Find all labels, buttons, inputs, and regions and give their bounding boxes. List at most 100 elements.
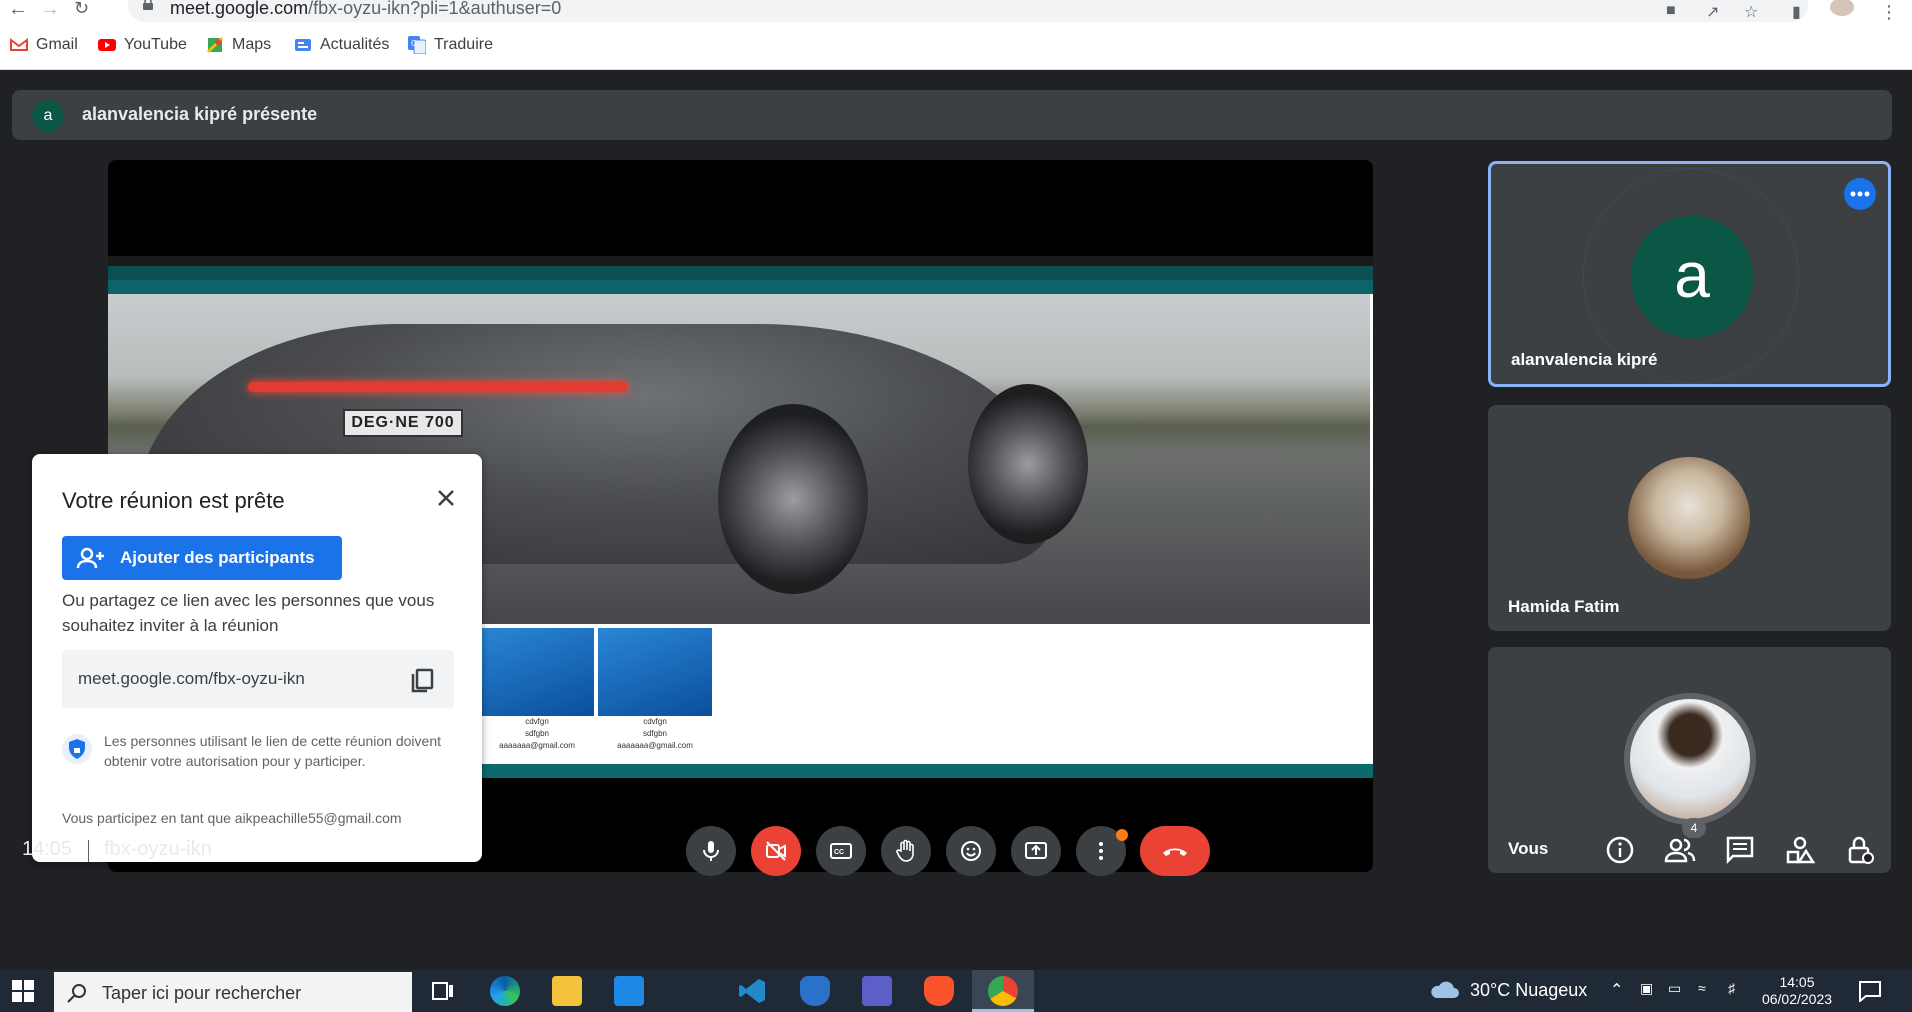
tray-chevron-icon[interactable]: ⌃	[1610, 980, 1623, 1000]
card-image	[598, 628, 712, 716]
task-view-icon[interactable]	[428, 976, 458, 1006]
taskbar-clock[interactable]: 14:05 06/02/2023	[1760, 974, 1834, 1008]
bookmark-news[interactable]: Actualités	[294, 36, 389, 54]
maps-icon	[206, 36, 224, 54]
reload-icon[interactable]: ↻	[74, 0, 89, 19]
presenter-banner: a alanvalencia kipré présente	[12, 90, 1892, 140]
mail-icon[interactable]	[614, 976, 644, 1006]
brave-icon[interactable]	[924, 976, 954, 1006]
participant-photo	[1628, 457, 1750, 579]
browser-toolbar: ← → ↻ meet.google.com/fbx-oyzu-ikn?pli=1…	[0, 0, 1912, 22]
presenter-text: alanvalencia kipré présente	[82, 104, 318, 124]
edge-icon[interactable]	[490, 976, 520, 1006]
more-options-icon[interactable]	[1844, 178, 1876, 210]
card-image	[480, 628, 594, 716]
copy-icon[interactable]	[408, 666, 436, 694]
svg-text:CC: CC	[834, 849, 844, 856]
notification-dot	[1116, 829, 1128, 841]
taskbar-search[interactable]: Taper ici pour rechercher	[54, 972, 412, 1012]
car-wheel-front	[968, 384, 1088, 544]
participant-tile[interactable]: a alanvalencia kipré	[1488, 161, 1891, 387]
wifi-icon[interactable]: ≈	[1698, 980, 1706, 996]
youtube-icon	[98, 39, 116, 51]
participant-tile[interactable]: Hamida Fatim	[1488, 405, 1891, 631]
shared-tabbar	[108, 266, 1373, 280]
car-wheel-rear	[718, 404, 868, 594]
windows-start-icon[interactable]	[12, 980, 34, 1002]
meeting-clock: 14:05	[22, 838, 73, 860]
raise-hand-button[interactable]	[881, 826, 931, 876]
share-icon[interactable]: ↗	[1706, 2, 1719, 22]
shield-icon	[62, 734, 92, 764]
battery-icon[interactable]: ▭	[1668, 980, 1681, 997]
bookmark-maps[interactable]: Maps	[206, 36, 271, 54]
add-person-icon	[76, 547, 104, 569]
people-icon[interactable]	[1664, 834, 1696, 866]
address-bar[interactable]: meet.google.com/fbx-oyzu-ikn?pli=1&authu…	[128, 0, 1808, 22]
url-text: meet.google.com/fbx-oyzu-ikn?pli=1&authu…	[170, 0, 562, 18]
bookmark-translate[interactable]: G Traduire	[408, 36, 493, 54]
notification-center-icon[interactable]	[1858, 980, 1882, 1002]
reactions-button[interactable]	[946, 826, 996, 876]
meeting-ready-dialog: Votre réunion est prête Ajouter des part…	[32, 454, 482, 862]
joined-as-text: Vous participez en tant que aikpeachille…	[62, 810, 402, 826]
search-icon	[67, 984, 86, 1003]
file-explorer-icon[interactable]	[552, 976, 582, 1006]
participant-photo	[1624, 693, 1756, 825]
divider	[88, 840, 89, 862]
captions-button[interactable]: CC	[816, 826, 866, 876]
bookmark-youtube[interactable]: YouTube	[98, 36, 187, 54]
end-call-icon	[1163, 848, 1187, 856]
forward-icon[interactable]: →	[40, 0, 60, 21]
gmail-icon	[10, 38, 28, 51]
bookmarks-bar: Gmail YouTube Maps Actualités G Traduire	[0, 22, 1912, 70]
windows-taskbar: Taper ici pour rechercher 30°C Nuageux ⌃…	[0, 970, 1912, 1012]
camera-off-icon	[766, 841, 786, 861]
camera-icon[interactable]: ■	[1666, 2, 1676, 20]
add-participants-button[interactable]: Ajouter des participants	[62, 536, 342, 580]
shared-card: cdvfgn sdfgbn aaaaaaa@gmail.com	[598, 628, 712, 754]
lock-icon	[143, 0, 153, 10]
meeting-link: meet.google.com/fbx-oyzu-ikn	[78, 669, 305, 688]
chat-icon[interactable]	[1724, 834, 1756, 866]
star-icon[interactable]: ☆	[1744, 2, 1758, 22]
translate-icon: G	[408, 36, 426, 54]
meeting-code: fbx-oyzu-ikn	[104, 838, 212, 860]
dialog-description: Ou partagez ce lien avec les personnes q…	[62, 591, 435, 635]
shared-card: cdvfgn sdfgbn aaaaaaa@gmail.com	[480, 628, 594, 754]
captions-icon: CC	[830, 843, 852, 859]
present-button[interactable]	[1011, 826, 1061, 876]
participant-name: Hamida Fatim	[1508, 597, 1620, 616]
teams-icon[interactable]	[862, 976, 892, 1006]
emoji-icon	[961, 841, 981, 861]
host-controls-icon[interactable]	[1844, 834, 1876, 866]
news-icon	[295, 39, 311, 51]
shared-menubar	[108, 256, 1373, 266]
vscode-icon[interactable]	[738, 976, 768, 1006]
participant-name: alanvalencia kipré	[1511, 350, 1658, 369]
profile-avatar[interactable]	[1830, 0, 1854, 16]
close-icon[interactable]	[432, 484, 460, 512]
leave-call-button[interactable]	[1140, 826, 1210, 876]
bookmark-gmail[interactable]: Gmail	[10, 36, 78, 54]
microphone-icon	[703, 841, 719, 861]
chrome-icon	[988, 976, 1018, 1006]
sidepanel-icon[interactable]: ▮	[1792, 2, 1801, 22]
weather-text[interactable]: 30°C Nuageux	[1470, 980, 1587, 1001]
menu-icon[interactable]: ⋮	[1880, 2, 1898, 23]
cloud-icon	[1431, 981, 1459, 998]
volume-icon[interactable]: ♯	[1728, 980, 1735, 996]
back-icon[interactable]: ←	[8, 0, 28, 21]
car-taillight	[248, 382, 628, 392]
svg-text:G: G	[411, 39, 417, 48]
defender-icon[interactable]	[800, 976, 830, 1006]
info-icon[interactable]	[1604, 834, 1636, 866]
meeting-link-box[interactable]: meet.google.com/fbx-oyzu-ikn	[62, 650, 454, 708]
microphone-button[interactable]	[686, 826, 736, 876]
dialog-title: Votre réunion est prête	[62, 488, 285, 513]
activities-icon[interactable]	[1784, 834, 1816, 866]
meet-tray-icon[interactable]: ▣	[1640, 980, 1653, 997]
shared-omnibox	[108, 280, 1373, 294]
chrome-taskbar-button[interactable]	[972, 970, 1034, 1012]
camera-button[interactable]	[751, 826, 801, 876]
